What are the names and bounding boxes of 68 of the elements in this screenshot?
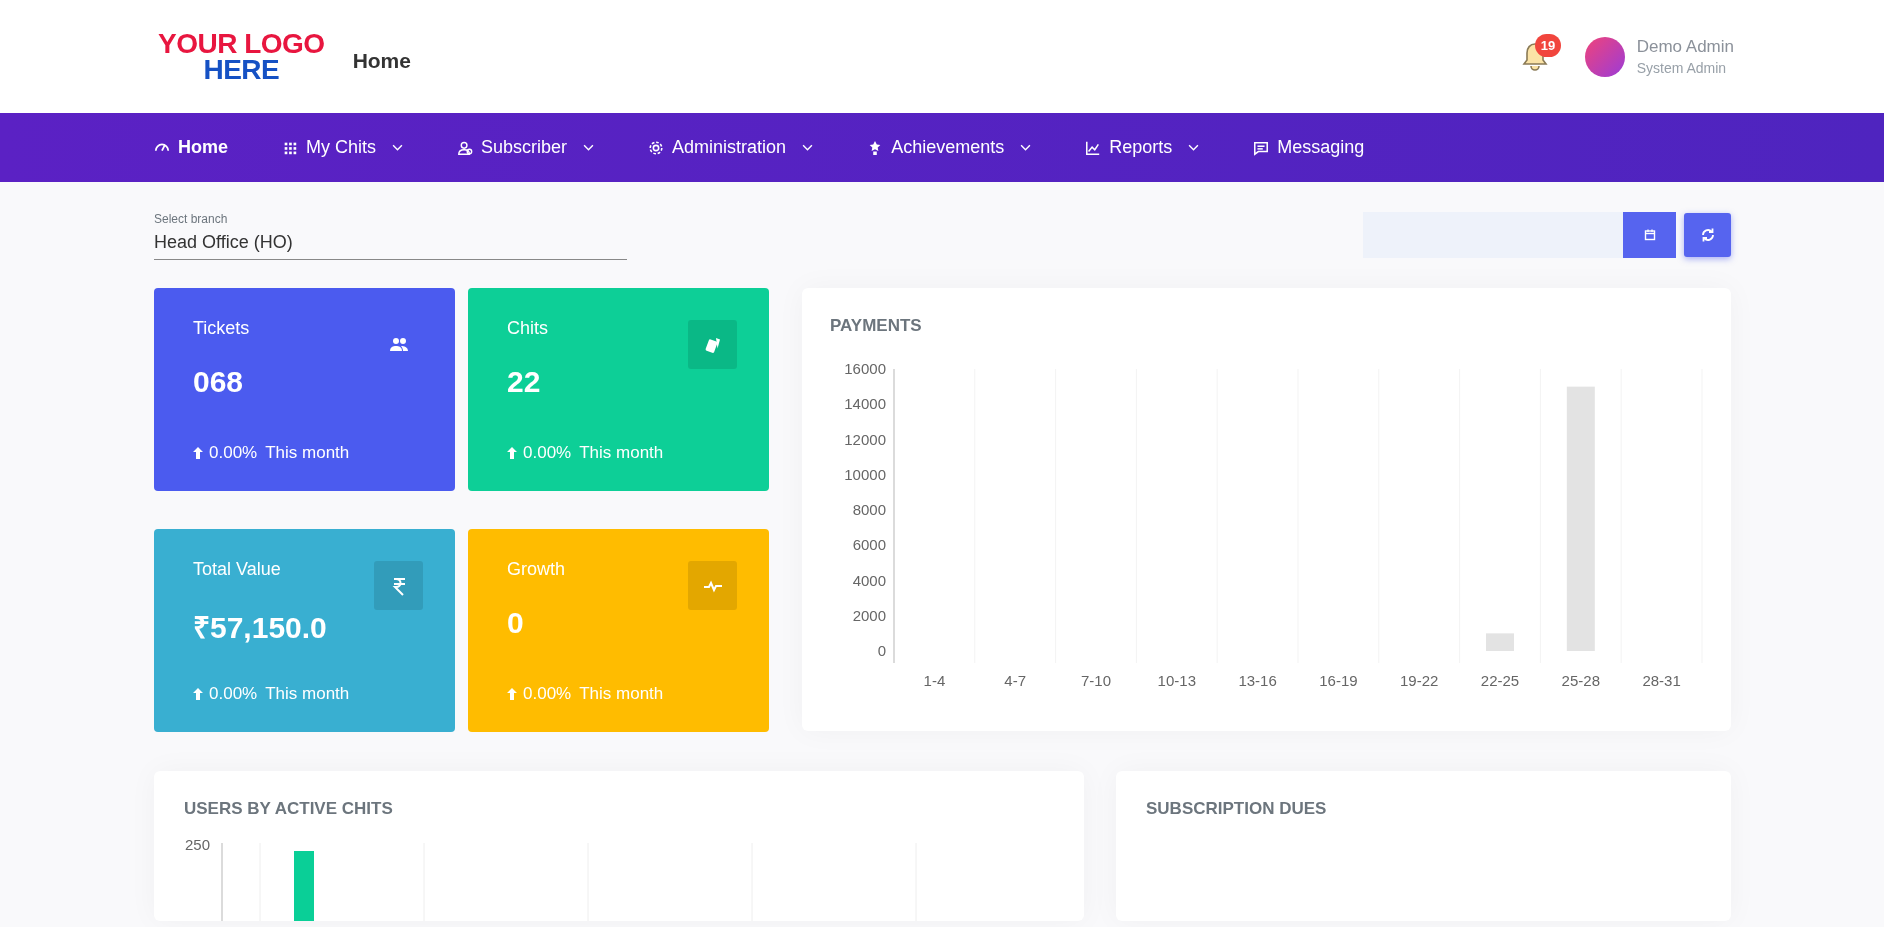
axis-tick-label: 28-31 [1642, 672, 1681, 689]
axis-tick-label: 10000 [844, 465, 886, 483]
refresh-icon [1699, 227, 1716, 243]
chart-icon [1085, 139, 1102, 156]
stat-title: Growth [507, 559, 566, 580]
period-label: This month [579, 443, 664, 463]
axis-tick-label: 10-13 [1157, 672, 1196, 689]
axis-tick-label: 0 [877, 642, 886, 659]
nav-item[interactable]: Home [154, 137, 228, 158]
bar [294, 851, 314, 921]
stat-value: 068 [193, 365, 245, 399]
arrow-up-icon [507, 447, 517, 459]
period-label: This month [265, 443, 350, 463]
users-icon [457, 139, 474, 156]
nav-item[interactable]: My Chits [282, 137, 404, 158]
nav-item[interactable]: Achievements [867, 137, 1032, 158]
axis-tick-label: 2000 [852, 606, 886, 624]
axis-tick-label: 16000 [844, 360, 886, 377]
user-role: System Admin [1636, 60, 1728, 76]
page-title: Home [352, 48, 411, 73]
axis-tick-label: 19-22 [1400, 672, 1439, 689]
axis-tick-label: 8000 [852, 501, 886, 518]
nav-item[interactable]: Reports [1085, 137, 1200, 158]
arrow-up-icon [193, 447, 203, 459]
user-name: Demo Admin [1636, 37, 1734, 57]
notification-count: 19 [1534, 33, 1562, 57]
stat-title: Tickets [193, 318, 250, 339]
change-percent: 0.00% [209, 443, 258, 463]
logo: YOUR LOGO HERE [158, 30, 325, 83]
calendar-button[interactable] [1623, 212, 1676, 258]
arrow-up-icon [507, 688, 517, 700]
panel-title: PAYMENTS [830, 316, 923, 336]
change-percent: 0.00% [209, 684, 258, 704]
gear-icon [648, 139, 665, 156]
axis-tick-label: 4-7 [1004, 672, 1027, 689]
bar [1486, 633, 1514, 651]
axis-tick-label: 22-25 [1480, 672, 1520, 689]
stat-value: 22 [507, 365, 542, 399]
axis-tick-label: 1-4 [923, 672, 946, 689]
axis-tick-label: 4000 [852, 571, 886, 589]
period-label: This month [579, 684, 664, 704]
arrow-up-icon [193, 688, 203, 700]
date-field[interactable] [1363, 212, 1623, 258]
nav-item[interactable]: Administration [648, 137, 814, 158]
axis-tick-label: 250 [184, 836, 210, 853]
panel-title: SUBSCRIPTION DUES [1146, 799, 1328, 819]
message-icon [1253, 139, 1270, 156]
stat-title: Chits [507, 318, 548, 339]
change-percent: 0.00% [523, 684, 572, 704]
axis-tick-label: 14000 [844, 395, 886, 413]
axis-tick-label: 12000 [844, 430, 886, 448]
axis-tick-label: 16-19 [1319, 672, 1358, 689]
axis-tick-label: 25-28 [1561, 672, 1600, 689]
avatar[interactable] [1584, 36, 1625, 77]
stat-value: 0 [507, 606, 525, 640]
axis-tick-label: 6000 [852, 536, 886, 554]
calendar-icon [1643, 229, 1656, 241]
branch-select[interactable]: Select branch Head Office (HO) [154, 212, 627, 260]
stat-title: Total Value [193, 559, 282, 580]
nav-item[interactable]: Messaging [1253, 137, 1365, 158]
stat-value: ₹57,150.0 [193, 610, 327, 646]
refresh-button[interactable] [1684, 213, 1731, 257]
axis-tick-label: 13-16 [1238, 672, 1277, 689]
period-label: This month [265, 684, 350, 704]
axis-tick-label: 7-10 [1081, 672, 1111, 689]
panel-title: USERS BY ACTIVE CHITS [184, 799, 394, 819]
change-percent: 0.00% [523, 443, 572, 463]
nav-item[interactable]: Subscriber [457, 137, 595, 158]
